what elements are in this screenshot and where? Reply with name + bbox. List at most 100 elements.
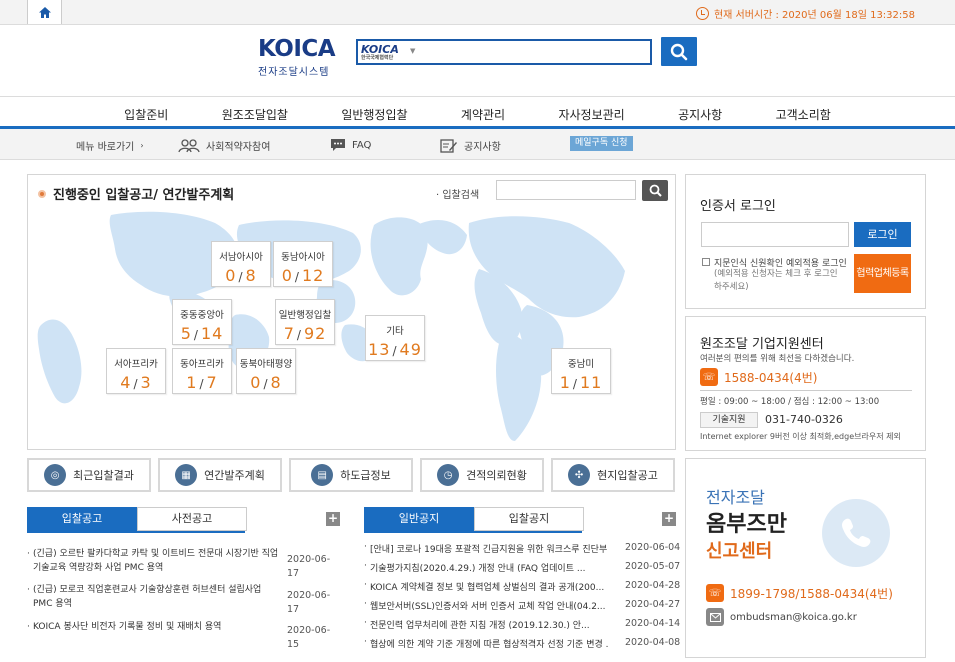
list-item[interactable]: · [안내] 코로나 19대응 포괄적 긴급지원을 위한 워크스루 진단부... 2… xyxy=(364,542,680,556)
quick-link[interactable]: ▤ 하도급정보 xyxy=(289,458,413,492)
region-count: 1/7 xyxy=(186,373,218,392)
chevron-down-icon: ▼ xyxy=(410,47,416,55)
bid-notice-box: 입찰공고 사전공고 + · (긴급) 오르탄 팔카다학교 카탁 및 이트비드 전문… xyxy=(27,507,341,657)
browser-note: Internet explorer 9버전 이상 최적화,edge브라우저 제외 xyxy=(700,432,901,441)
login-title: 인증서 로그인 xyxy=(700,199,776,214)
ombudsman-line1: 전자조달 xyxy=(706,488,765,507)
region-name: 동남아시아 xyxy=(281,252,325,263)
bid-panel-title: 진행중인 입찰공고/ 연간발주계획 xyxy=(38,184,234,203)
support-phone: ☏ 1588-0434(4번) xyxy=(700,368,817,386)
search-input[interactable] xyxy=(428,42,648,62)
list-item-title: 기술평가지침(2020.4.29.) 개정 안내 (FAQ 업데이트 ... xyxy=(370,564,586,574)
certificate-input[interactable] xyxy=(701,222,849,247)
list-item-title: KOICA 봉사단 비전자 기록물 정비 및 재배치 용역 xyxy=(33,622,222,632)
nav-item[interactable]: 원조조달입찰 xyxy=(222,106,288,126)
quick-link[interactable]: ◷ 견적의뢰현황 xyxy=(420,458,544,492)
ombudsman-phone-number: 1899-1798/1588-0434(4번) xyxy=(730,586,893,601)
chevron-right-icon: › xyxy=(140,141,144,150)
region-box[interactable]: 서남아시아 0/8 xyxy=(211,241,271,287)
quick-link[interactable]: ◎ 최근입찰결과 xyxy=(27,458,151,492)
bid-notice-tabs: 입찰공고 사전공고 xyxy=(27,507,341,531)
chat-icon xyxy=(331,139,345,151)
tab-general-notice[interactable]: 일반공지 xyxy=(364,507,474,531)
bid-search-input[interactable] xyxy=(496,180,636,200)
register-button[interactable]: 협력업체등록 xyxy=(854,254,911,293)
region-box[interactable]: 일반행정입찰 7/92 xyxy=(275,299,335,345)
more-plus-icon[interactable]: + xyxy=(326,512,340,526)
social-link[interactable]: 사회적약자참여 xyxy=(178,138,270,153)
nav-item[interactable]: 일반행정입찰 xyxy=(341,106,407,126)
mail-subscribe-button[interactable]: 메일구독 신청 xyxy=(570,136,633,151)
bid-search-button[interactable] xyxy=(642,180,668,201)
faq-label: FAQ xyxy=(352,139,372,151)
region-name: 중남미 xyxy=(567,359,595,370)
region-box[interactable]: 동아프리카 1/7 xyxy=(172,348,232,394)
nav-item[interactable]: 자사정보관리 xyxy=(558,106,624,126)
notice-label: 공지사항 xyxy=(464,142,501,153)
region-box[interactable]: 중남미 1/11 xyxy=(551,348,611,394)
menu-shortcut[interactable]: 메뉴 바로가기 › xyxy=(76,138,144,153)
login-button[interactable]: 로그인 xyxy=(854,222,911,247)
bullet: · xyxy=(364,561,367,571)
tech-support-label: 기술지원 xyxy=(700,412,758,428)
quick-link[interactable]: ✣ 현지입찰공고 xyxy=(551,458,675,492)
region-box[interactable]: 기타 13/49 xyxy=(365,315,425,361)
home-button[interactable] xyxy=(27,0,62,24)
nav-item[interactable]: 공지사항 xyxy=(678,106,722,126)
bullet: · xyxy=(27,622,30,632)
trophy-icon: ◎ xyxy=(44,464,67,486)
support-center-panel: 원조조달 기업지원센터 여러분의 편의를 위해 최선을 다하겠습니다. ☏ 15… xyxy=(685,316,926,451)
search-category-select[interactable]: KOICA 한국국제협력단 xyxy=(361,43,417,61)
quick-link-label: 견적의뢰현황 xyxy=(466,469,527,482)
region-box[interactable]: 동북아태평양 0/8 xyxy=(236,348,296,394)
list-item[interactable]: · KOICA 계약체결 정보 및 협력업체 상벌심의 결과 공개(200... 2… xyxy=(364,580,680,594)
region-box[interactable]: 동남아시아 0/12 xyxy=(273,241,333,287)
world-map: 서남아시아 0/8 동남아시아 0/12 중동중앙아 5/14 일반행정입찰 7/92 기타 13… xyxy=(29,205,675,449)
list-item[interactable]: · 전문인력 업무처리에 관한 지침 개정 (2019.12.30.) 안... 2… xyxy=(364,618,680,632)
notice-link[interactable]: 공지사항 xyxy=(440,138,501,153)
faq-link[interactable]: FAQ xyxy=(330,138,371,152)
ombudsman-phone: ☏ 1899-1798/1588-0434(4번) xyxy=(706,584,893,602)
home-icon xyxy=(38,6,51,18)
region-count: 7/92 xyxy=(283,324,327,343)
region-box[interactable]: 서아프리카 4/3 xyxy=(106,348,166,394)
quick-link-label: 하도급정보 xyxy=(340,469,391,482)
sub-bar: 메뉴 바로가기 › 사회적약자참여 FAQ 공지사항 메일구독 신청 xyxy=(0,129,955,160)
quick-link-label: 연간발주계획 xyxy=(204,469,265,482)
nav-item[interactable]: 입찰준비 xyxy=(124,106,168,126)
list-item[interactable]: · 기술평가지침(2020.4.29.) 개정 안내 (FAQ 업데이트 ... 2… xyxy=(364,561,680,575)
list-item-title: KOICA 계약체결 정보 및 협력업체 상벌심의 결과 공개(200... xyxy=(370,583,605,593)
nav-item[interactable]: 고객소리함 xyxy=(776,106,831,126)
quick-link[interactable]: ▦ 연간발주계획 xyxy=(158,458,282,492)
list-item[interactable]: · 협상에 의한 계약 기준 개정에 따른 협상적격자 선정 기준 변경 ... 2… xyxy=(364,637,680,651)
list-item-date: 2020-04-27 xyxy=(625,599,681,610)
region-count: 5/14 xyxy=(180,324,224,343)
social-label: 사회적약자참여 xyxy=(206,142,271,153)
network-icon: ✣ xyxy=(568,464,591,486)
list-item-title: 협상에 의한 계약 기준 개정에 따른 협상적격자 선정 기준 변경 ... xyxy=(370,640,608,650)
tab-pre-notice[interactable]: 사전공고 xyxy=(137,507,247,531)
tab-underline xyxy=(364,531,582,533)
region-name: 일반행정입찰 xyxy=(278,310,332,321)
quick-link-label: 최근입찰결과 xyxy=(73,469,134,482)
search-button[interactable] xyxy=(661,37,697,66)
more-plus-icon[interactable]: + xyxy=(662,512,676,526)
region-name: 중동중앙아 xyxy=(180,310,224,321)
checkbox-note: (예외적용 신청자는 체크 후 로그인 하주세요) xyxy=(714,269,838,292)
general-notice-tabs: 일반공지 입찰공지 xyxy=(364,507,678,531)
site-logo[interactable]: KOICA 전자조달시스템 xyxy=(258,38,348,79)
fingerprint-checkbox[interactable] xyxy=(702,258,710,266)
list-item-title: [안내] 코로나 19대응 포괄적 긴급지원을 위한 워크스루 진단부... xyxy=(370,545,608,555)
nav-item[interactable]: 계약관리 xyxy=(461,106,505,126)
bullet: · xyxy=(364,637,367,647)
global-search: KOICA 한국국제협력단 ▼ xyxy=(356,39,652,65)
ombudsman-email[interactable]: ombudsman@koica.go.kr xyxy=(706,608,857,626)
list-item[interactable]: · 웹보안서버(SSL)인증서와 서버 인증서 교체 작업 안내(04.2... 2… xyxy=(364,599,681,613)
support-title: 원조조달 기업지원센터 xyxy=(700,337,824,352)
divider xyxy=(700,390,912,391)
list-item-title: 웹보안서버(SSL)인증서와 서버 인증서 교체 작업 안내(04.2... xyxy=(370,602,606,612)
tab-bid-announcement[interactable]: 입찰공지 xyxy=(474,507,584,531)
region-box[interactable]: 중동중앙아 5/14 xyxy=(172,299,232,345)
tab-bid-notice[interactable]: 입찰공고 xyxy=(27,507,137,531)
mail-icon xyxy=(706,608,724,626)
